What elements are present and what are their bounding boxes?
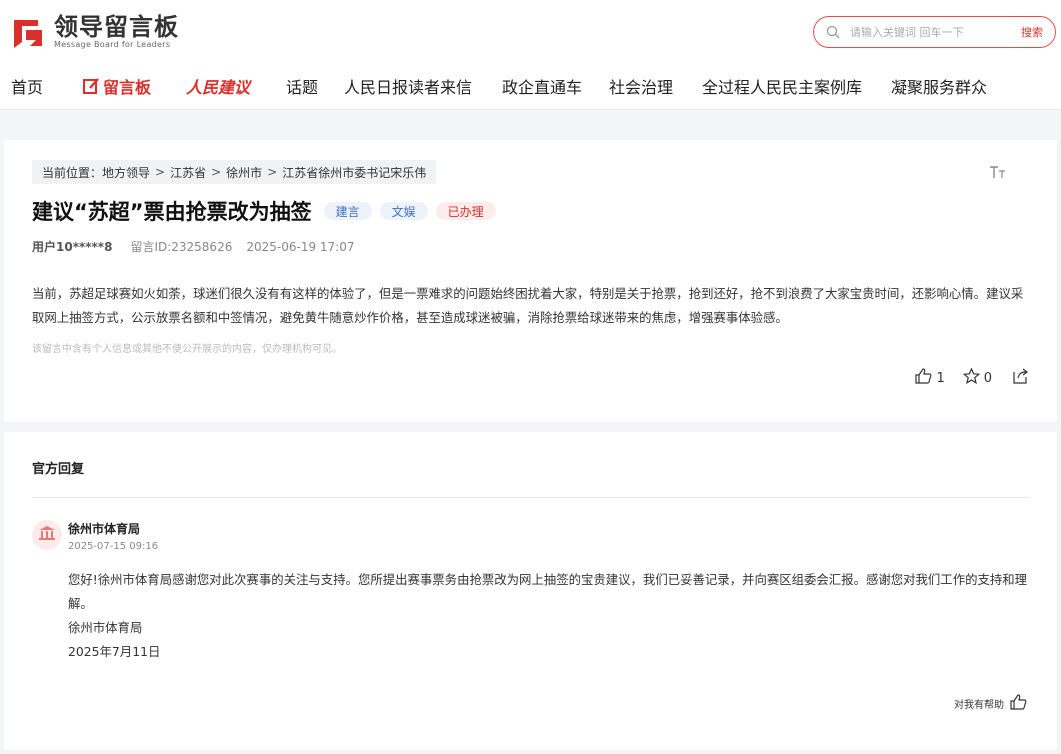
tag-suggestion[interactable]: 建言 — [323, 202, 372, 220]
search-button[interactable]: 搜索 — [1021, 24, 1055, 40]
title-row: 建议“苏超”票由抢票改为抽签 建言 文娱 已办理 — [32, 196, 496, 226]
logo-title: 领导留言板 — [54, 13, 179, 41]
nav-topics[interactable]: 话题 — [286, 74, 318, 98]
nav-message-board-label: 留言板 — [103, 78, 152, 97]
like-count: 1 — [936, 370, 945, 386]
search-icon[interactable] — [820, 17, 846, 47]
status-badge: 已办理 — [435, 202, 496, 220]
nav-people-suggestion[interactable]: 人民建议 — [186, 74, 250, 98]
star-icon — [962, 367, 981, 388]
nav-enterprise[interactable]: 政企直通车 — [502, 74, 582, 98]
breadcrumb-item-leader[interactable]: 江苏省徐州市委书记宋乐伟 — [282, 164, 426, 181]
share-icon — [1012, 368, 1029, 388]
nav-democracy-cases[interactable]: 全过程人民民主案例库 — [702, 74, 862, 98]
helpful-button[interactable]: 对我有帮助 — [954, 694, 1027, 713]
search-input[interactable] — [846, 25, 1021, 39]
share-button[interactable] — [1012, 368, 1029, 388]
reply-sign-date: 2025年7月11日 — [68, 644, 161, 659]
message-actions: 1 0 — [915, 367, 1029, 388]
logo-mark-icon — [10, 14, 46, 50]
helpful-label: 对我有帮助 — [954, 700, 1004, 711]
favorite-count: 0 — [983, 370, 992, 386]
nav-serve-masses[interactable]: 凝聚服务群众 — [891, 74, 987, 98]
message-id: 留言ID:23258626 — [130, 240, 233, 254]
reply-card: 官方回复 徐州市体育局 2025-07-15 09:16 您好!徐州市体育局感谢… — [4, 432, 1057, 750]
search-box: 搜索 — [813, 16, 1056, 48]
government-building-icon — [38, 525, 56, 545]
favorite-button[interactable]: 0 — [962, 367, 992, 388]
breadcrumb: 当前位置： 地方领导 > 江苏省 > 徐州市 > 江苏省徐州市委书记宋乐伟 — [32, 160, 437, 184]
reply-text: 您好!徐州市体育局感谢您对此次赛事的关注与支持。您所提出赛事票务由抢票改为网上抽… — [68, 572, 1028, 611]
reply-time: 2025-07-15 09:16 — [68, 541, 159, 552]
nav-home[interactable]: 首页 — [11, 74, 43, 98]
font-size-icon[interactable] — [989, 164, 1007, 184]
reply-org-name: 徐州市体育局 — [68, 522, 141, 536]
main-nav: 首页 留言板 人民建议 话题 人民日报读者来信 政企直通车 社会治理 全过程人民… — [0, 70, 1061, 102]
message-content: 当前，苏超足球赛如火如荼，球迷们很久没有有这样的体验了，但是一票难求的问题始终困… — [32, 286, 1024, 325]
message-date: 2025-06-19 17:07 — [246, 239, 355, 254]
avatar — [32, 520, 62, 550]
message-title: 建议“苏超”票由抢票改为抽签 — [32, 200, 312, 224]
message-meta: 用户10*****8 留言ID:23258626 2025-06-19 17:0… — [32, 238, 354, 255]
nav-readers-letters[interactable]: 人民日报读者来信 — [344, 74, 472, 98]
reply-signature: 徐州市体育局 — [68, 620, 143, 635]
like-button[interactable]: 1 — [915, 368, 945, 388]
nav-message-board[interactable]: 留言板 — [82, 74, 151, 98]
thumbs-up-icon — [915, 368, 932, 388]
breadcrumb-item-local-leaders[interactable]: 地方领导 — [102, 164, 150, 181]
thumbs-up-icon — [1010, 694, 1027, 713]
breadcrumb-separator: > — [211, 165, 222, 179]
logo-subtitle: Message Board for Leaders — [54, 40, 171, 49]
breadcrumb-separator: > — [267, 165, 278, 179]
message-board-icon — [82, 77, 100, 95]
privacy-note: 该留言中含有个人信息或其他不便公开展示的内容，仅办理机构可见。 — [32, 344, 342, 355]
nav-social-governance[interactable]: 社会治理 — [609, 74, 673, 98]
breadcrumb-item-province[interactable]: 江苏省 — [170, 164, 206, 181]
breadcrumb-prefix: 当前位置： — [42, 165, 103, 180]
message-user: 用户10*****8 — [32, 240, 113, 254]
breadcrumb-item-city[interactable]: 徐州市 — [226, 164, 262, 181]
reply-body: 您好!徐州市体育局感谢您对此次赛事的关注与支持。您所提出赛事票务由抢票改为网上抽… — [68, 568, 1034, 664]
site-logo[interactable]: 领导留言板 Message Board for Leaders — [10, 12, 179, 52]
tag-culture[interactable]: 文娱 — [379, 202, 428, 220]
divider — [32, 497, 1030, 498]
message-card: 当前位置： 地方领导 > 江苏省 > 徐州市 > 江苏省徐州市委书记宋乐伟 建议… — [4, 140, 1057, 422]
breadcrumb-separator: > — [155, 165, 166, 179]
reply-heading: 官方回复 — [32, 462, 85, 477]
site-header: 领导留言板 Message Board for Leaders 搜索 首页 留言… — [0, 0, 1061, 110]
